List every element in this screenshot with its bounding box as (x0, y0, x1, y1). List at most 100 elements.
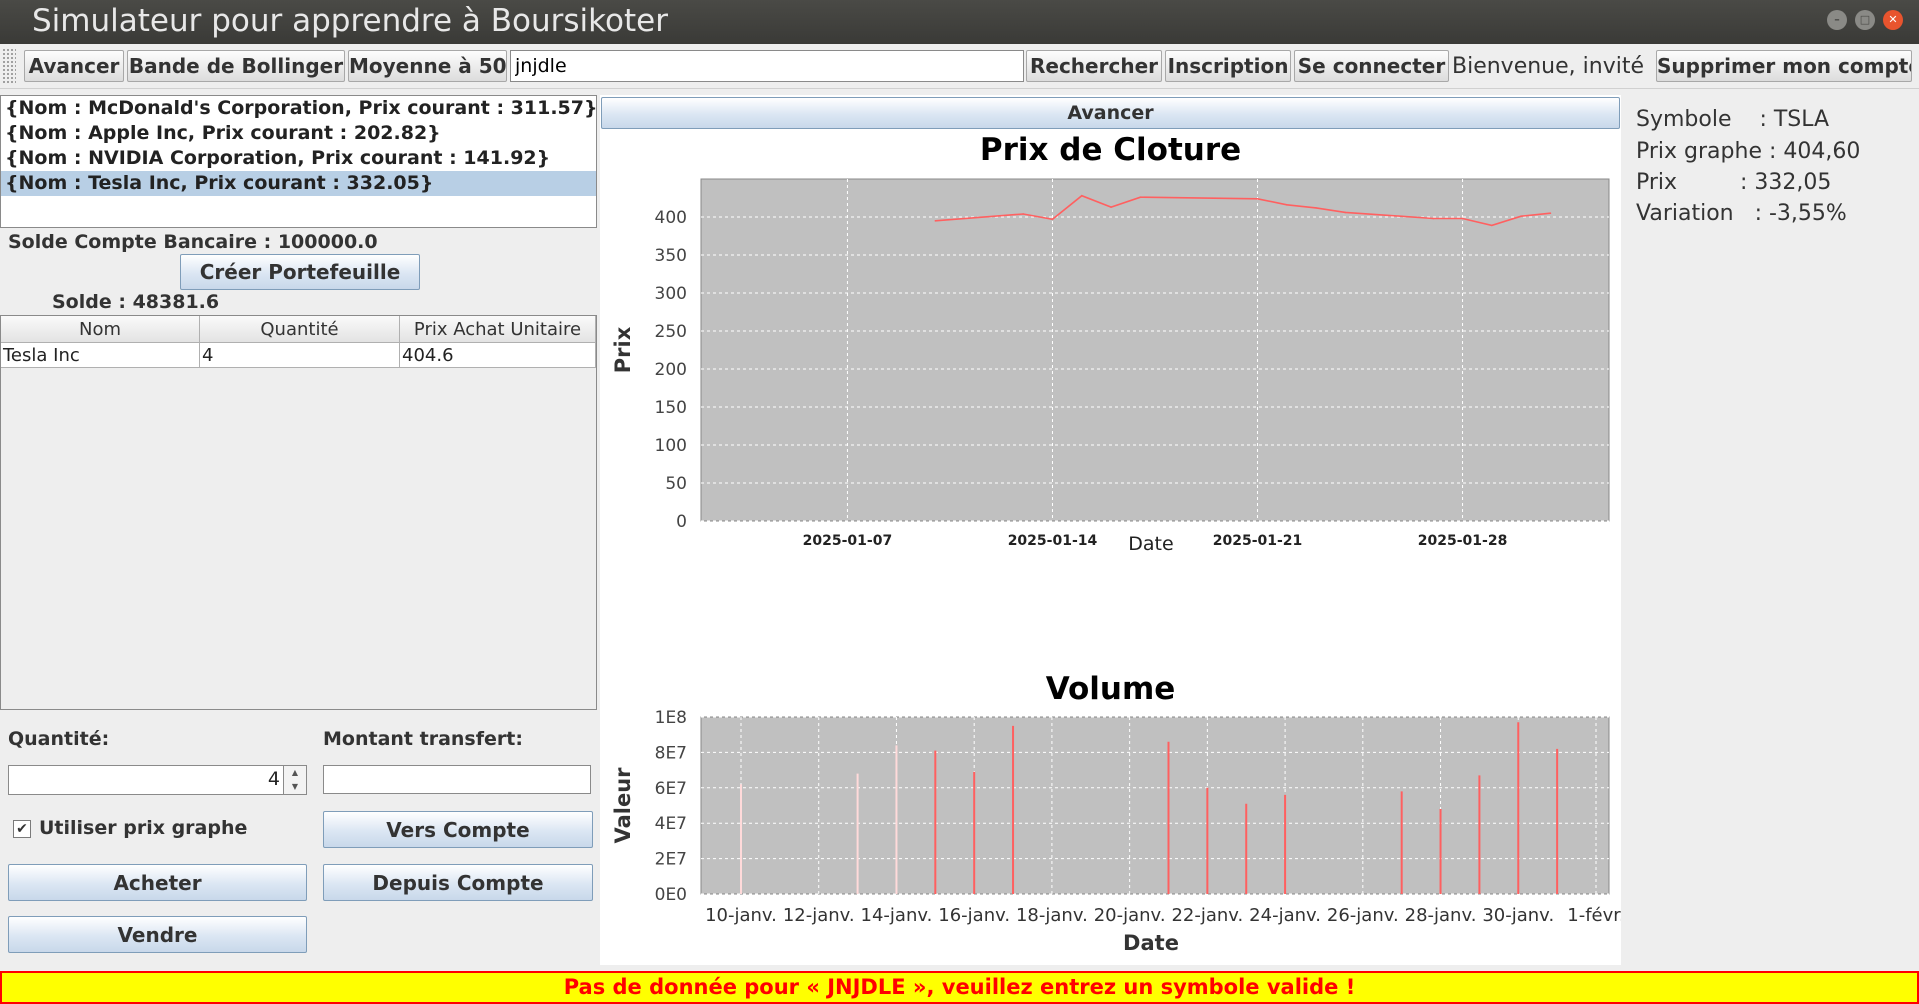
stepper-down-icon[interactable]: ▼ (283, 780, 306, 794)
supprimer-compte-button[interactable]: Supprimer mon compte (1656, 50, 1912, 82)
price-chart: 0 50 100 150 200 250 300 350 400 2025-01-07 2025-0… (611, 178, 1610, 555)
data-point (1139, 196, 1142, 199)
y-tick-label: 200 (655, 360, 687, 380)
data-point (1256, 197, 1259, 200)
x-tick-label: 12-janv. (783, 905, 855, 926)
x-tick-label: 22-janv. (1171, 905, 1243, 926)
table-cell[interactable]: 4 (200, 343, 400, 368)
x-tick-label: 16-janv. (938, 905, 1010, 926)
stock-list[interactable]: {Nom : McDonald's Corporation, Prix cour… (0, 95, 598, 228)
se-connecter-button[interactable]: Se connecter (1294, 50, 1449, 82)
x-axis-label: Date (1123, 931, 1179, 955)
status-message: Pas de donnée pour « JNJDLE », veuillez … (0, 971, 1919, 1004)
acheter-button[interactable]: Acheter (8, 864, 307, 901)
column-header[interactable]: Prix Achat Unitaire (400, 316, 596, 343)
title-bar: Simulateur pour apprendre à Boursikoter … (0, 0, 1919, 44)
data-point (1315, 207, 1317, 209)
data-point (1344, 211, 1347, 214)
table-cell[interactable]: 404.6 (400, 343, 596, 368)
x-tick-label: 30-janv. (1482, 905, 1554, 926)
y-tick-label: 8E7 (655, 743, 687, 763)
x-tick-label: 2025-01-14 (1008, 533, 1098, 549)
y-tick-label: 400 (655, 208, 687, 228)
y-tick-label: 100 (655, 436, 687, 456)
utiliser-prix-checkbox[interactable]: ✔ (13, 820, 31, 838)
search-input[interactable] (510, 50, 1024, 82)
x-axis-label: Date (1128, 533, 1173, 555)
montant-transfert-field[interactable] (323, 765, 591, 794)
data-point (1491, 224, 1493, 227)
inscription-button[interactable]: Inscription (1165, 50, 1291, 82)
avancer-button[interactable]: Avancer (24, 50, 124, 82)
depuis-compte-button[interactable]: Depuis Compte (323, 864, 593, 901)
prix-label: Prix : 332,05 (1636, 170, 1832, 195)
prix-graphe-label: Prix graphe : 404,60 (1636, 139, 1861, 164)
quantite-label: Quantité: (8, 728, 110, 750)
y-tick-label: 50 (665, 474, 687, 494)
portfolio-table[interactable]: Nom Quantité Prix Achat Unitaire Tesla I… (0, 315, 597, 710)
column-header[interactable]: Nom (1, 316, 200, 343)
y-tick-label: 250 (655, 322, 687, 342)
toolbar-grip-icon[interactable] (2, 48, 16, 84)
toolbar: Avancer Bande de Bollinger Moyenne à 50 … (0, 44, 1919, 89)
quantity-value[interactable]: 4 (268, 768, 280, 790)
table-cell[interactable]: Tesla Inc (1, 343, 200, 368)
y-axis-label: Prix (611, 326, 635, 373)
welcome-label: Bienvenue, invité (1452, 54, 1644, 79)
data-point (1080, 194, 1083, 197)
y-tick-label: 150 (655, 398, 687, 418)
vers-compte-button[interactable]: Vers Compte (323, 811, 593, 848)
y-tick-label: 300 (655, 284, 687, 304)
rechercher-button[interactable]: Rechercher (1026, 50, 1162, 82)
data-point (1022, 213, 1024, 215)
y-tick-label: 0E0 (655, 885, 687, 905)
window-title: Simulateur pour apprendre à Boursikoter (32, 3, 668, 39)
x-tick-label: 20-janv. (1094, 905, 1166, 926)
minimize-icon[interactable]: – (1827, 10, 1847, 30)
moyenne-button[interactable]: Moyenne à 50 (348, 50, 507, 82)
list-item[interactable]: {Nom : NVIDIA Corporation, Prix courant … (1, 146, 596, 171)
data-point (1432, 217, 1435, 220)
y-tick-label: 350 (655, 246, 687, 266)
data-point (1520, 215, 1522, 218)
y-tick-label: 0 (676, 512, 687, 532)
x-tick-label: 18-janv. (1016, 905, 1088, 926)
maximize-icon[interactable]: □ (1855, 10, 1875, 30)
list-item[interactable]: {Nom : McDonald's Corporation, Prix cour… (1, 96, 598, 121)
vendre-button[interactable]: Vendre (8, 916, 307, 953)
x-tick-label: 2025-01-28 (1418, 533, 1508, 549)
data-point (1461, 217, 1464, 220)
y-tick-label: 6E7 (655, 779, 687, 799)
volume-chart: 0E0 2E7 4E7 6E7 8E7 1E8 10-janv. 12-janv. 14-jan… (611, 708, 1621, 955)
column-header[interactable]: Quantité (200, 316, 400, 343)
utiliser-prix-label[interactable]: Utiliser prix graphe (39, 817, 247, 839)
x-tick-label: 2025-01-21 (1213, 533, 1303, 549)
solde-label: Solde : 48381.6 (52, 291, 220, 313)
price-chart-title: Prix de Cloture (979, 132, 1242, 168)
creer-portefeuille-button[interactable]: Créer Portefeuille (180, 254, 420, 290)
quantity-stepper[interactable]: 4 ▲ ▼ (8, 765, 307, 795)
x-tick-label: 26-janv. (1327, 905, 1399, 926)
list-item-selected[interactable]: {Nom : Tesla Inc, Prix courant : 332.05} (1, 171, 596, 196)
x-tick-label: 10-janv. (705, 905, 777, 926)
close-icon[interactable]: ✕ (1883, 10, 1903, 30)
bollinger-button[interactable]: Bande de Bollinger (127, 50, 345, 82)
y-tick-label: 4E7 (655, 814, 687, 834)
y-axis-label: Valeur (611, 767, 635, 844)
volume-chart-title: Volume (1045, 671, 1176, 707)
y-tick-label: 1E8 (655, 708, 687, 728)
x-tick-label: 2025-01-07 (803, 533, 893, 549)
chart-panel: Avancer Prix de Cloture 0 50 100 150 200 250 3… (600, 95, 1621, 965)
data-point (1549, 212, 1552, 214)
data-point (1051, 218, 1054, 221)
plot-area (700, 716, 1610, 895)
solde-bancaire-label: Solde Compte Bancaire : 100000.0 (8, 231, 378, 253)
x-tick-label: 1-févr. (1567, 905, 1621, 926)
list-item[interactable]: {Nom : Apple Inc, Prix courant : 202.82} (1, 121, 596, 146)
x-tick-label: 28-janv. (1405, 905, 1477, 926)
chart-avancer-button[interactable]: Avancer (601, 97, 1620, 129)
montant-transfert-label: Montant transfert: (323, 728, 523, 750)
stepper-up-icon[interactable]: ▲ (283, 766, 306, 781)
x-tick-label: 24-janv. (1249, 905, 1321, 926)
variation-label: Variation : -3,55% (1636, 201, 1847, 226)
